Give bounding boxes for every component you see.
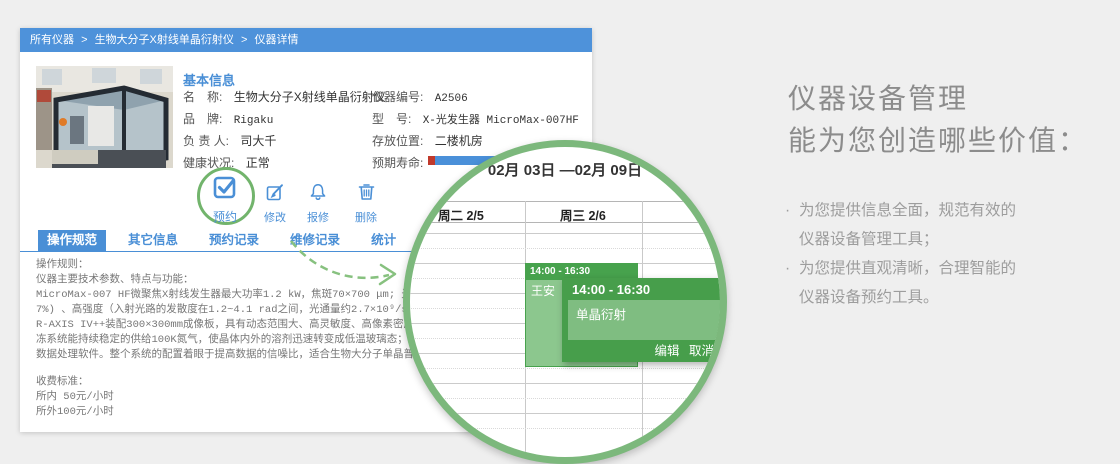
repair-button-label: 报修 [307, 212, 329, 224]
field-model-label: 型 号: [372, 112, 412, 126]
calendar-gridline [410, 368, 720, 369]
promo-bullet-1: · 为您提供信息全面，规范有效的 仪器设备管理工具； [785, 196, 1016, 254]
field-brand: 品 牌: Rigaku [183, 110, 273, 127]
promo-bullet-2-line1: 为您提供直观清晰，合理智能的 [799, 260, 1017, 277]
field-name: 名 称: 生物大分子X射线单晶衍射仪 [183, 88, 386, 105]
repair-button[interactable]: 报修 [306, 183, 330, 225]
event-popup-title-box: 单晶衍射 [568, 300, 720, 340]
field-name-label: 名 称: [183, 90, 223, 104]
breadcrumb-item-all[interactable]: 所有仪器 [30, 34, 74, 46]
event-popup-actions: 编辑 取消 [648, 340, 714, 359]
promo-heading: 仪器设备管理 能为您创造哪些价值： [788, 78, 1088, 162]
bell-icon [310, 184, 326, 200]
tab-other-info[interactable]: 其它信息 [119, 230, 187, 251]
delete-button-label: 删除 [355, 212, 377, 224]
edit-button-label: 修改 [264, 212, 286, 224]
calendar-magnifier: 02月 03日 —02月 09日 周二 2/5 周三 2/6 周四 2/7 14… [403, 140, 727, 464]
bullet-dot: · [785, 260, 791, 277]
equipment-photo [36, 66, 173, 168]
field-location-label: 存放位置: [372, 134, 424, 148]
calendar-gridline [410, 248, 720, 249]
event-popup-time: 14:00 - 16:30 [572, 282, 651, 297]
bullet-dot: · [785, 202, 791, 219]
field-model-value: X-光发生器 MicroMax-007HF [422, 115, 579, 127]
calendar-week-range: 02月 03日 —02月 09日 [487, 162, 643, 179]
field-health-value: 正常 [245, 156, 270, 170]
calendar-gridline [410, 233, 720, 234]
field-serial-value: A2506 [434, 93, 468, 105]
field-manager-label: 负 责 人: [183, 134, 230, 148]
calendar-gridline [410, 413, 720, 414]
breadcrumb: 所有仪器 > 生物大分子X射线单晶衍射仪 > 仪器详情 [20, 28, 592, 52]
section-title-basic-info: 基本信息 [183, 73, 236, 88]
field-brand-value: Rigaku [233, 115, 274, 127]
event-popup[interactable]: 14:00 - 16:30 单晶衍射 编辑 取消 [562, 278, 720, 362]
field-model: 型 号: X-光发生器 MicroMax-007HF [372, 110, 579, 127]
breadcrumb-item-detail: 仪器详情 [254, 34, 299, 46]
promo-heading-line1: 仪器设备管理 [788, 83, 969, 114]
calendar-gridline [410, 428, 720, 429]
promo-bullet-2: · 为您提供直观清晰，合理智能的 仪器设备预约工具。 [785, 254, 1016, 312]
page: 所有仪器 > 生物大分子X射线单晶衍射仪 > 仪器详情 基本信息 名 称: 生物… [0, 0, 1120, 464]
promo-bullet-1-line1: 为您提供信息全面，规范有效的 [799, 202, 1017, 219]
event-popup-title: 单晶衍射 [576, 308, 627, 322]
field-manager: 负 责 人: 司大千 [183, 132, 276, 149]
field-location-value: 二楼机房 [434, 134, 483, 148]
promo-bullet-list: · 为您提供信息全面，规范有效的 仪器设备管理工具； · 为您提供直观清晰，合理… [785, 196, 1016, 312]
reserve-button[interactable]: 预约 [211, 174, 239, 225]
delete-button[interactable]: 删除 [354, 182, 378, 225]
reserve-button-label: 预约 [212, 210, 237, 224]
trash-icon [358, 184, 374, 200]
calendar-gridline [410, 398, 720, 399]
promo-bullet-1-line2: 仪器设备管理工具； [799, 231, 939, 248]
calendar-gridline [410, 383, 720, 384]
reserve-checkbox-icon [213, 176, 236, 199]
field-serial: 仪器编号: A2506 [372, 88, 468, 105]
edit-button[interactable]: 修改 [263, 183, 287, 225]
field-brand-label: 品 牌: [183, 112, 223, 126]
event-edit-button[interactable]: 编辑 [654, 344, 679, 358]
field-location: 存放位置: 二楼机房 [372, 132, 483, 149]
field-name-value: 生物大分子X射线单晶衍射仪 [233, 90, 386, 104]
promo-bullet-2-line2: 仪器设备预约工具。 [799, 289, 939, 306]
tab-operation-spec[interactable]: 操作规范 [38, 230, 107, 251]
event-cancel-button[interactable]: 取消 [689, 344, 714, 358]
breadcrumb-separator: > [81, 34, 88, 46]
field-manager-value: 司大千 [240, 134, 277, 148]
dashed-arrow [290, 240, 397, 286]
breadcrumb-item-instrument[interactable]: 生物大分子X射线单晶衍射仪 [95, 34, 234, 46]
field-serial-label: 仪器编号: [372, 90, 424, 104]
promo-heading-line2: 能为您创造哪些价值： [788, 125, 1089, 156]
breadcrumb-separator: > [240, 34, 248, 46]
tab-reservation-records[interactable]: 预约记录 [200, 230, 268, 251]
edit-icon [266, 184, 283, 201]
